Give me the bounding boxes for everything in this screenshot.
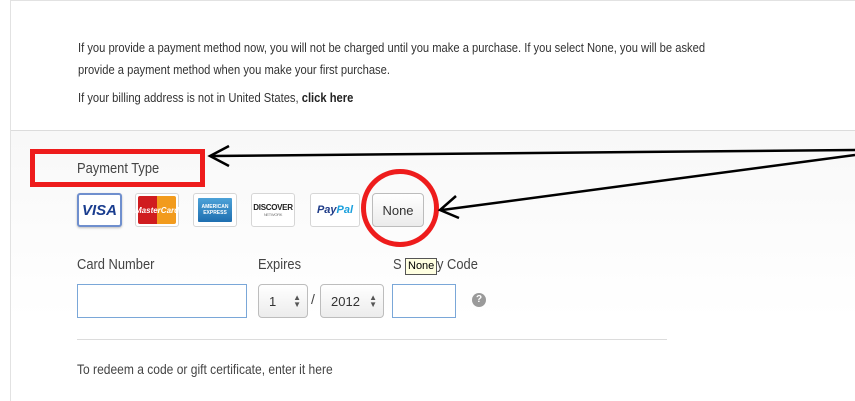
expires-label: Expires [258, 256, 302, 273]
discover-network-text: NETWORK [263, 212, 283, 217]
security-code-input[interactable] [392, 284, 456, 318]
billing-address-prefix: If your billing address is not in United… [78, 90, 299, 105]
none-payment-button[interactable]: None [372, 193, 424, 227]
info-text-line2: provide a payment method when you make y… [78, 62, 390, 77]
expiry-year-value: 2012 [331, 293, 360, 309]
expiry-month-value: 1 [269, 293, 277, 309]
select-arrows-icon: ▲ ▼ [369, 293, 377, 309]
paypal-option[interactable]: PayPal [310, 193, 360, 227]
card-visa-option[interactable]: VISA [77, 193, 122, 227]
section-divider [77, 339, 667, 340]
billing-address-text: If your billing address is not in United… [78, 89, 353, 107]
expiry-separator: / [311, 291, 315, 307]
click-here-link[interactable]: click here [302, 90, 354, 105]
card-number-label: Card Number [77, 256, 155, 273]
credit-card-amex-icon: AMERICAN EXPRESS [198, 198, 232, 222]
credit-card-visa-icon: VISA [81, 201, 117, 219]
card-mastercard-option[interactable]: MasterCard [135, 193, 179, 227]
paypal-pal-text: Pal [336, 204, 354, 216]
help-icon[interactable]: ? [472, 293, 486, 307]
expiry-year-select[interactable]: 2012 ▲ ▼ [320, 284, 384, 318]
credit-card-mastercard-icon: MasterCard [135, 196, 179, 224]
card-amex-option[interactable]: AMERICAN EXPRESS [193, 193, 237, 227]
security-code-label-start: S [393, 256, 402, 273]
paypal-icon: PayPal [317, 204, 353, 216]
info-text-line1: If you provide a payment method now, you… [78, 40, 706, 55]
payment-type-label: Payment Type [77, 160, 160, 177]
redeem-text: To redeem a code or gift certificate, en… [77, 361, 333, 377]
expiry-month-select[interactable]: 1 ▲ ▼ [258, 284, 308, 318]
none-tooltip: None [405, 258, 438, 275]
card-discover-option[interactable]: DISCOVER NETWORK [251, 193, 295, 227]
credit-card-discover-icon: DISCOVER [253, 203, 293, 212]
card-number-input[interactable] [77, 284, 247, 318]
paypal-pay-text: Pay [316, 204, 337, 216]
select-arrows-icon: ▲ ▼ [293, 293, 301, 309]
info-section: If you provide a payment method now, you… [11, 1, 855, 131]
security-code-label-end: ty Code [433, 256, 478, 273]
